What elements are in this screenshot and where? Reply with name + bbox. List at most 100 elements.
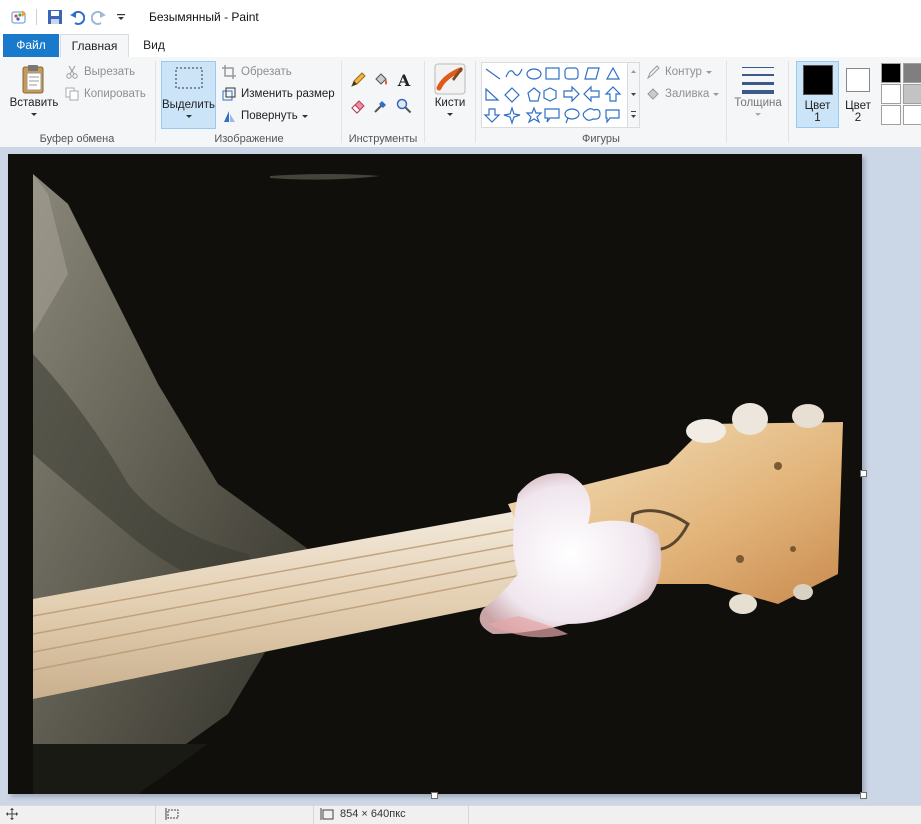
brushes-dropdown-arrow[interactable]	[447, 113, 453, 116]
outline-button[interactable]: Контур	[645, 63, 712, 81]
crop-label: Обрезать	[241, 66, 292, 78]
select-label: Выделить	[161, 99, 216, 111]
color-picker-tool[interactable]	[373, 97, 393, 115]
copy-label: Копировать	[84, 88, 146, 100]
select-icon	[175, 67, 202, 89]
palette-swatch[interactable]	[881, 84, 901, 104]
size-button[interactable]: Толщина	[730, 65, 786, 116]
fill-icon	[645, 86, 661, 102]
drawing-canvas[interactable]	[8, 154, 862, 794]
magnifier-tool[interactable]	[396, 97, 416, 115]
copy-button[interactable]: Копировать	[64, 85, 146, 103]
palette-swatch[interactable]	[903, 63, 921, 83]
select-button-content[interactable]: Выделить	[161, 65, 216, 118]
status-separator	[313, 806, 314, 824]
status-separator	[155, 806, 156, 824]
eraser-icon	[350, 98, 366, 114]
canvas-size-icon	[320, 808, 334, 820]
crop-icon	[221, 64, 237, 80]
color1-number: 1	[814, 112, 821, 124]
crop-button[interactable]: Обрезать	[221, 63, 292, 81]
status-bar: 854 × 640пкс	[0, 805, 921, 824]
canvas-area[interactable]	[0, 147, 921, 805]
resize-button[interactable]: Изменить размер	[221, 85, 335, 103]
move-cursor-icon	[6, 808, 18, 820]
ribbon: Вставить Вырезать Копировать Буфер обмен…	[0, 57, 921, 148]
palette-swatch[interactable]	[903, 105, 921, 125]
canvas-resize-handle-bottom[interactable]	[431, 792, 438, 799]
resize-icon	[221, 86, 237, 102]
canvas-size-indicator: 854 × 640пкс	[320, 808, 406, 820]
ribbon-separator	[475, 61, 476, 143]
rotate-button[interactable]: Повернуть	[221, 107, 308, 125]
select-dropdown-arrow[interactable]	[185, 115, 192, 118]
color-picker-icon	[373, 98, 389, 114]
titlebar-separator	[36, 9, 37, 25]
status-separator	[468, 806, 469, 824]
outline-label: Контур	[665, 66, 702, 78]
ribbon-separator	[424, 61, 425, 143]
fill-bucket-icon	[373, 72, 389, 88]
text-icon: A	[397, 70, 411, 90]
paste-label: Вставить	[9, 97, 59, 109]
palette-swatch[interactable]	[881, 105, 901, 125]
canvas-size-text: 854 × 640пкс	[340, 808, 406, 820]
fill-bucket-tool[interactable]	[373, 71, 393, 89]
magnifier-icon	[396, 98, 412, 114]
outline-dropdown-arrow[interactable]	[705, 70, 712, 74]
customize-arrow-icon[interactable]	[111, 7, 131, 27]
color2-number: 2	[854, 112, 862, 124]
brushes-button[interactable]: Кисти	[428, 63, 472, 116]
ribbon-separator	[726, 61, 727, 143]
shapes-group-label: Фигуры	[582, 133, 620, 145]
canvas-resize-handle-right[interactable]	[860, 470, 867, 477]
window-title: Безымянный - Paint	[149, 10, 259, 24]
save-icon[interactable]	[45, 7, 65, 27]
pencil-tool[interactable]	[350, 71, 370, 89]
color1-content[interactable]: Цвет 1	[796, 65, 839, 124]
tab-file[interactable]: Файл	[3, 34, 59, 57]
pencil-icon	[350, 72, 366, 88]
shapes-scrollbar[interactable]	[627, 62, 640, 128]
shapes-scroll-arrows	[631, 70, 636, 118]
image-group-label: Изображение	[214, 133, 284, 145]
fill-dropdown-arrow[interactable]	[713, 92, 720, 96]
fill-button[interactable]: Заливка	[645, 85, 720, 103]
palette-swatch[interactable]	[903, 84, 921, 104]
tab-home[interactable]: Главная	[60, 34, 129, 59]
tools-group-label: Инструменты	[348, 133, 418, 145]
shapes-gallery-icons	[483, 66, 622, 125]
color1-swatch	[802, 65, 833, 95]
copy-icon	[64, 86, 80, 102]
cut-icon	[64, 64, 80, 80]
redo-icon[interactable]	[89, 7, 109, 27]
eraser-tool[interactable]	[350, 97, 370, 115]
paste-icon	[22, 65, 44, 94]
outline-icon	[645, 64, 661, 80]
fill-label: Заливка	[665, 88, 710, 100]
brushes-label: Кисти	[434, 97, 466, 109]
size-dropdown-arrow[interactable]	[755, 113, 761, 116]
color2-label: Цвет	[845, 100, 871, 112]
color2-swatch	[846, 68, 870, 92]
paint-app-icon[interactable]	[10, 8, 28, 26]
cut-button[interactable]: Вырезать	[64, 63, 135, 81]
resize-label: Изменить размер	[241, 88, 335, 100]
palette-swatch[interactable]	[881, 63, 901, 83]
clipboard-group-label: Буфер обмена	[39, 133, 115, 145]
ribbon-separator	[788, 61, 789, 143]
ribbon-separator	[155, 61, 156, 143]
size-label: Толщина	[734, 97, 782, 109]
brush-icon	[434, 63, 466, 95]
ribbon-tabs: Файл Главная Вид	[0, 34, 921, 59]
paste-button[interactable]: Вставить	[8, 63, 60, 116]
title-bar: Безымянный - Paint	[0, 0, 921, 34]
canvas-resize-handle-corner[interactable]	[860, 792, 867, 799]
paste-dropdown-arrow[interactable]	[31, 113, 37, 116]
selection-size-icon	[165, 808, 179, 820]
undo-icon[interactable]	[67, 7, 87, 27]
rotate-dropdown-arrow[interactable]	[301, 114, 308, 118]
text-tool[interactable]: A	[396, 70, 416, 90]
color2-button[interactable]: Цвет 2	[838, 65, 878, 124]
tab-view[interactable]: Вид	[134, 34, 174, 57]
